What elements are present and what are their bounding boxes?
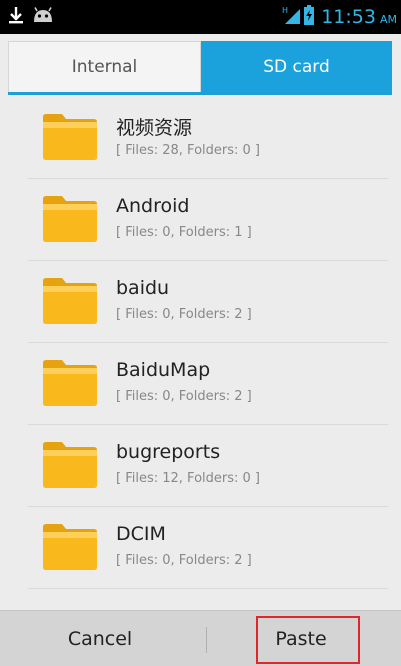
- folder-icon: [43, 196, 97, 242]
- android-icon: [32, 6, 54, 28]
- list-item[interactable]: Android [ Files: 0, Folders: 1 ]: [28, 179, 388, 261]
- storage-tabs: Internal SD card: [8, 41, 392, 95]
- folder-name: BaiduMap: [116, 359, 211, 381]
- folder-icon: [43, 442, 97, 488]
- signal-icon: H: [281, 5, 301, 29]
- list-item[interactable]: DCIM [ Files: 0, Folders: 2 ]: [28, 507, 388, 589]
- paste-button[interactable]: Paste: [201, 611, 401, 666]
- folder-list: 视频资源 [ Files: 28, Folders: 0 ] Android […: [28, 97, 388, 597]
- folder-info: [ Files: 0, Folders: 2 ]: [116, 389, 252, 404]
- list-item[interactable]: BaiduMap [ Files: 0, Folders: 2 ]: [28, 343, 388, 425]
- folder-info: [ Files: 0, Folders: 1 ]: [116, 225, 252, 240]
- folder-icon: [43, 278, 97, 324]
- clock-time: 11:53: [321, 6, 376, 28]
- action-bar: Cancel Paste: [0, 610, 401, 666]
- clock-ampm: AM: [379, 13, 397, 26]
- list-item[interactable]: 视频资源 [ Files: 28, Folders: 0 ]: [28, 97, 388, 179]
- folder-name: DCIM: [116, 523, 166, 545]
- folder-info: [ Files: 0, Folders: 2 ]: [116, 553, 252, 568]
- status-bar-right: H 11:53 AM: [281, 0, 397, 34]
- folder-name: Android: [116, 195, 190, 217]
- folder-info: [ Files: 12, Folders: 0 ]: [116, 471, 260, 486]
- status-bar: H 11:53 AM: [0, 0, 401, 34]
- folder-icon: [43, 360, 97, 406]
- folder-icon: [43, 114, 97, 160]
- folder-info: [ Files: 0, Folders: 2 ]: [116, 307, 252, 322]
- tab-sd-card[interactable]: SD card: [201, 41, 392, 92]
- cancel-button[interactable]: Cancel: [0, 611, 200, 666]
- battery-charging-icon: [303, 5, 315, 29]
- svg-text:H: H: [282, 6, 288, 15]
- status-bar-left: [8, 0, 54, 34]
- list-item[interactable]: bugreports [ Files: 12, Folders: 0 ]: [28, 425, 388, 507]
- folder-info: [ Files: 28, Folders: 0 ]: [116, 143, 260, 158]
- folder-name: 视频资源: [116, 117, 193, 139]
- list-item[interactable]: baidu [ Files: 0, Folders: 2 ]: [28, 261, 388, 343]
- folder-icon: [43, 524, 97, 570]
- download-icon: [8, 5, 24, 29]
- screen: H 11:53 AM Internal SD card 视频资源 [Files…: [0, 0, 401, 666]
- folder-name: baidu: [116, 277, 170, 299]
- folder-name: bugreports: [116, 441, 221, 463]
- tab-internal[interactable]: Internal: [8, 41, 201, 92]
